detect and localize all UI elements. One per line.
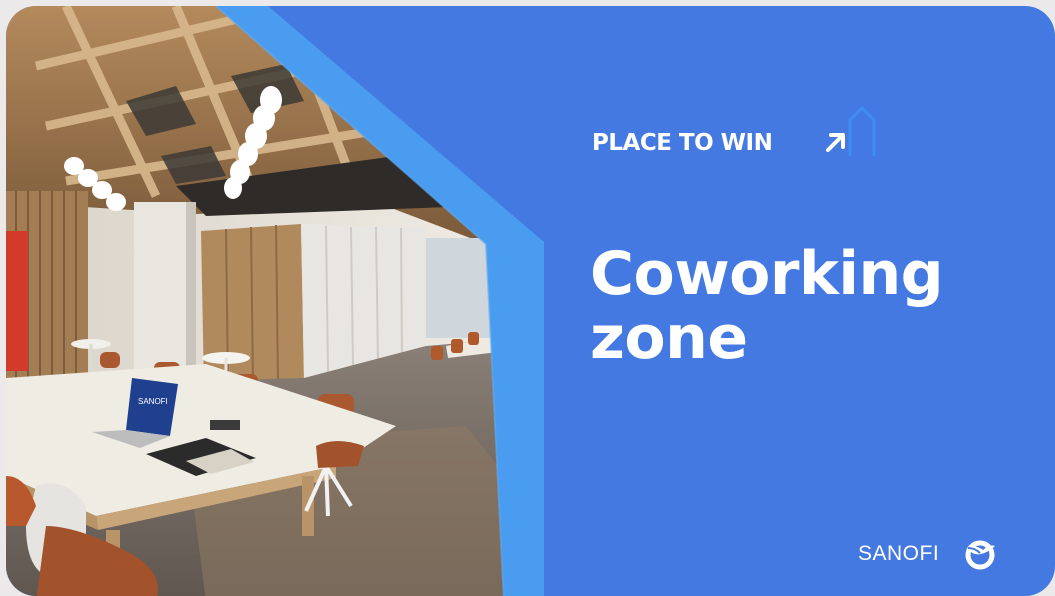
title-line-1: Coworking: [590, 239, 944, 309]
sanofi-bird-icon: [965, 540, 995, 570]
house-outline-icon: [848, 106, 876, 156]
place-to-win-badge: PLACE TO WIN: [592, 98, 892, 158]
coworking-card: SANOFI PLACE TO WIN Coworking zone SANOF…: [6, 6, 1055, 596]
office-illustration: SANOFI: [6, 6, 544, 596]
office-scene: SANOFI: [6, 6, 504, 596]
sanofi-logo: SANOFI: [858, 538, 1018, 570]
page-title: Coworking zone: [590, 242, 1030, 370]
badge-label: PLACE TO WIN: [592, 130, 773, 156]
brand-name: SANOFI: [858, 542, 940, 565]
office-photo: SANOFI: [6, 6, 546, 596]
title-line-2: zone: [590, 303, 748, 373]
laptop-brand: SANOFI: [138, 397, 168, 406]
